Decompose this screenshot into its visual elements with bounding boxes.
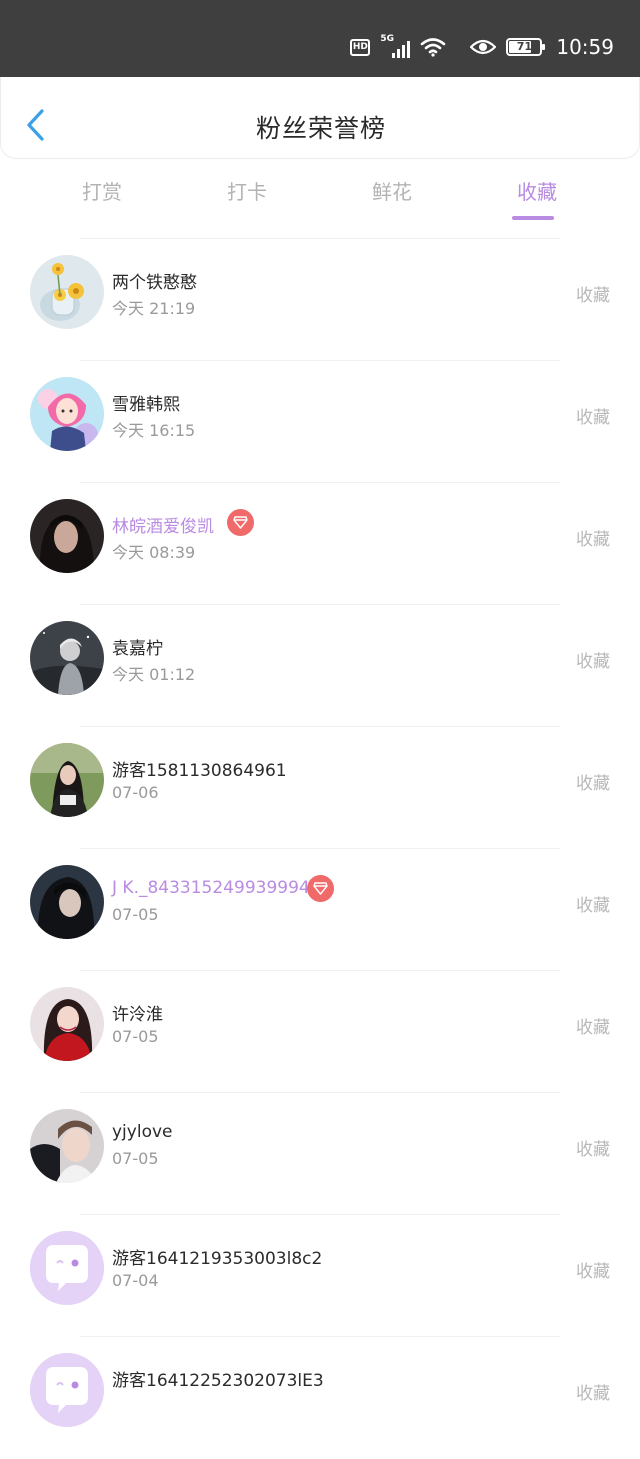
username: 游客16412252302073lE3 bbox=[112, 1371, 324, 1391]
timestamp: 今天 01:12 bbox=[112, 665, 196, 684]
timestamp: 07-05 bbox=[112, 1149, 159, 1168]
battery-icon: 71 bbox=[506, 38, 546, 56]
list-item[interactable]: 游客1581130864961 07-06 收藏 bbox=[0, 727, 640, 849]
username: 游客1641219353003l8c2 bbox=[112, 1249, 323, 1269]
avatar bbox=[30, 377, 104, 451]
username: J K._843315249939994 bbox=[112, 878, 310, 898]
timestamp: 今天 16:15 bbox=[112, 421, 196, 440]
list-item[interactable]: 袁嘉柠 今天 01:12 收藏 bbox=[0, 605, 640, 727]
timestamp: 07-05 bbox=[112, 905, 159, 924]
action-label: 收藏 bbox=[576, 408, 610, 428]
action-label: 收藏 bbox=[576, 652, 610, 672]
list-item[interactable]: 雪雅韩熙 今天 16:15 收藏 bbox=[0, 361, 640, 483]
avatar bbox=[30, 1231, 104, 1305]
diamond-icon bbox=[307, 875, 334, 902]
clock: 10:59 bbox=[556, 35, 614, 59]
eye-icon bbox=[470, 39, 497, 55]
hd-icon: HD bbox=[350, 38, 371, 56]
username: 袁嘉柠 bbox=[112, 639, 163, 659]
action-label: 收藏 bbox=[576, 1262, 610, 1282]
username: 雪雅韩熙 bbox=[112, 395, 180, 415]
timestamp: 今天 21:19 bbox=[112, 299, 196, 318]
list-item[interactable]: 林皖酒爱俊凯 今天 08:39 收藏 bbox=[0, 483, 640, 605]
battery-level: 71 bbox=[516, 40, 533, 53]
action-label: 收藏 bbox=[576, 774, 610, 794]
tab-bar: 打赏 打卡 鲜花 收藏 bbox=[0, 170, 640, 228]
list-item[interactable]: J K._843315249939994 07-05 收藏 bbox=[0, 849, 640, 971]
list-item[interactable]: 游客1641219353003l8c2 07-04 收藏 bbox=[0, 1215, 640, 1337]
tab-favorites-label: 收藏 bbox=[517, 180, 557, 204]
timestamp: 07-04 bbox=[112, 1271, 159, 1290]
username: 两个铁憨憨 bbox=[112, 273, 197, 293]
timestamp: 07-05 bbox=[112, 1027, 159, 1046]
action-label: 收藏 bbox=[576, 530, 610, 550]
active-tab-indicator bbox=[512, 216, 554, 220]
username: yjylove bbox=[112, 1122, 173, 1142]
username: 许泠淮 bbox=[112, 1005, 163, 1025]
timestamp: 07-06 bbox=[112, 783, 159, 802]
diamond-icon bbox=[227, 509, 254, 536]
avatar bbox=[30, 1353, 104, 1427]
action-label: 收藏 bbox=[576, 896, 610, 916]
username: 游客1581130864961 bbox=[112, 761, 287, 781]
tab-flowers[interactable]: 鲜花 bbox=[347, 176, 437, 205]
chat-bubble-icon bbox=[30, 1353, 104, 1427]
action-label: 收藏 bbox=[576, 1018, 610, 1038]
status-bar: HD 5G 71 10:59 bbox=[0, 0, 640, 77]
list-item[interactable]: 游客16412252302073lE3 收藏 bbox=[0, 1337, 640, 1459]
action-label: 收藏 bbox=[576, 1140, 610, 1160]
avatar bbox=[30, 743, 104, 817]
username: 林皖酒爱俊凯 bbox=[112, 517, 214, 537]
avatar bbox=[30, 987, 104, 1061]
avatar bbox=[30, 621, 104, 695]
action-label: 收藏 bbox=[576, 286, 610, 306]
tab-reward[interactable]: 打赏 bbox=[57, 176, 147, 205]
avatar bbox=[30, 255, 104, 329]
avatar bbox=[30, 499, 104, 573]
chat-bubble-icon bbox=[30, 1231, 104, 1305]
tab-checkin[interactable]: 打卡 bbox=[202, 176, 292, 205]
wifi-icon bbox=[421, 38, 446, 57]
list-item[interactable]: 两个铁憨憨 今天 21:19 收藏 bbox=[0, 239, 640, 361]
list-item[interactable]: 许泠淮 07-05 收藏 bbox=[0, 971, 640, 1093]
action-label: 收藏 bbox=[576, 1384, 610, 1404]
cellular-signal-icon: 5G bbox=[380, 34, 411, 58]
list-item[interactable]: yjylove 07-05 收藏 bbox=[0, 1093, 640, 1215]
avatar bbox=[30, 865, 104, 939]
tab-favorites[interactable]: 收藏 bbox=[492, 176, 582, 220]
avatar bbox=[30, 1109, 104, 1183]
page-title: 粉丝荣誉榜 bbox=[255, 114, 386, 143]
timestamp: 今天 08:39 bbox=[112, 543, 196, 562]
header: 粉丝荣誉榜 bbox=[0, 77, 640, 159]
